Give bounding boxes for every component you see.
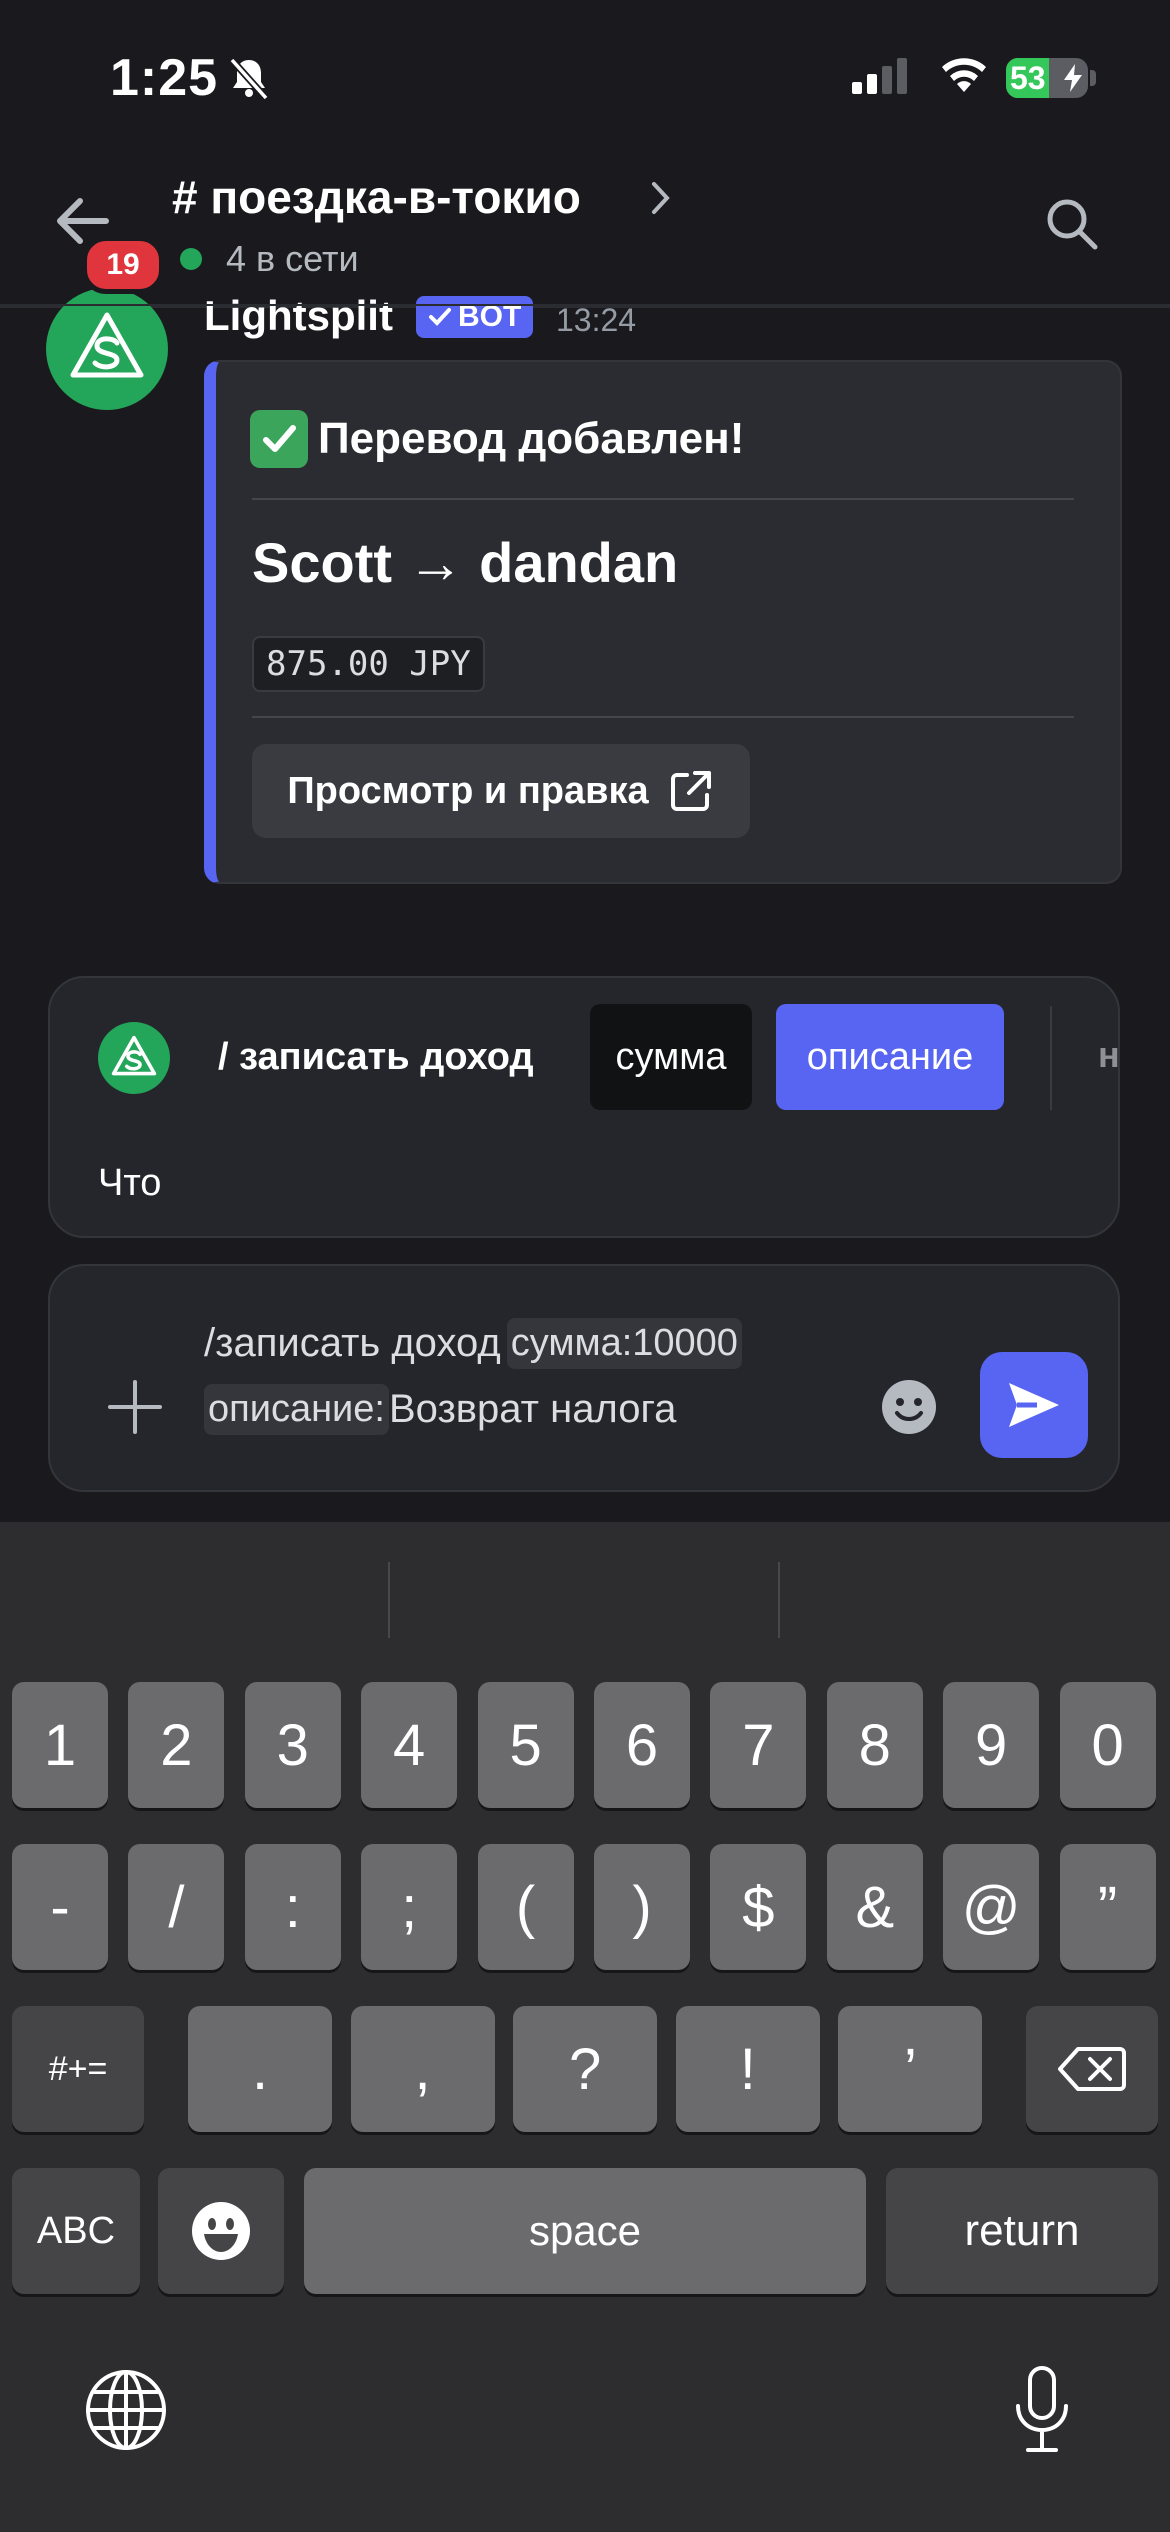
plus-icon[interactable] — [106, 1378, 164, 1441]
online-status-dot — [180, 248, 202, 270]
command-app-avatar — [98, 1022, 170, 1094]
key-keyboard-row2-6[interactable]: $ — [710, 1844, 807, 1970]
key-keyboard-row1-5[interactable]: 6 — [594, 1682, 690, 1808]
suggestion-separator — [388, 1562, 390, 1638]
microphone-icon[interactable] — [1012, 2364, 1072, 2459]
key-keyboard-row2-0[interactable]: - — [12, 1844, 108, 1970]
lightsplit-logo-icon — [70, 312, 144, 378]
embed-divider — [252, 498, 1074, 500]
command-name: / записать доход — [218, 1036, 534, 1078]
key-keyboard-row2-9[interactable]: ” — [1059, 1844, 1156, 1970]
backspace-icon — [1058, 2047, 1126, 2091]
param-description-name: описание: — [208, 1388, 385, 1430]
key-keyboard-row3-2[interactable]: ? — [513, 2006, 658, 2132]
option-description-selected[interactable]: описание — [776, 1004, 1004, 1110]
key-keyboard-row2-7[interactable]: & — [826, 1844, 923, 1970]
cellular-signal-icon — [852, 58, 912, 99]
key-keyboard-row3-4[interactable]: ’ — [838, 2006, 983, 2132]
message-author[interactable]: Lightsplit — [204, 292, 393, 340]
key-keyboard-row3-0[interactable]: . — [188, 2006, 332, 2132]
battery-level: 53 — [1010, 60, 1046, 96]
lightsplit-logo-icon — [111, 1035, 157, 1076]
option-next-cutoff[interactable]: н — [1098, 1034, 1118, 1076]
key-keyboard-row2-5[interactable]: ) — [594, 1844, 690, 1970]
send-button[interactable] — [980, 1352, 1088, 1458]
verified-check-icon — [429, 308, 451, 326]
key-keyboard-row1-7[interactable]: 8 — [826, 1682, 923, 1808]
send-arrow-icon — [1009, 1383, 1059, 1427]
emoji-icon[interactable] — [880, 1378, 938, 1441]
channel-title[interactable]: # поездка-в-токио — [172, 170, 581, 224]
view-and-edit-label: Просмотр и правка — [287, 769, 649, 812]
status-time: 1:25 — [110, 49, 219, 107]
message-input-box[interactable] — [48, 1264, 1120, 1492]
key-keyboard-row3-3[interactable]: ! — [675, 2006, 820, 2132]
key-keyboard-row1-2[interactable]: 3 — [244, 1682, 341, 1808]
param-description-value: Возврат налога — [388, 1387, 677, 1431]
param-amount-chip[interactable]: сумма:10000 — [506, 1318, 742, 1369]
key-keyboard-row1-3[interactable]: 4 — [361, 1682, 458, 1808]
input-text-line-2[interactable]: описание: Возврат налога — [204, 1384, 676, 1435]
embed-title-text: Перевод добавлен! — [318, 414, 745, 463]
key-keyboard-row2-3[interactable]: ; — [361, 1844, 458, 1970]
option-prompt: Что — [98, 1162, 162, 1204]
key-keyboard-row2-2[interactable]: : — [244, 1844, 341, 1970]
param-amount-value: 10000 — [632, 1322, 738, 1364]
key-backspace[interactable] — [1026, 2006, 1158, 2132]
unread-badge: 19 — [82, 236, 164, 294]
message-timestamp: 13:24 — [556, 302, 637, 338]
key-keyboard-row1-1[interactable]: 2 — [128, 1682, 225, 1808]
key-abc[interactable]: ABC — [12, 2168, 140, 2294]
embed-title: Перевод добавлен! — [250, 410, 744, 468]
emoji-icon — [192, 2202, 250, 2260]
key-keyboard-row3-1[interactable]: , — [350, 2006, 495, 2132]
input-text-line-1[interactable]: /записать доход сумма:10000 — [204, 1318, 742, 1369]
key-keyboard-row1-8[interactable]: 9 — [943, 1682, 1040, 1808]
view-and-edit-button[interactable]: Просмотр и правка — [252, 744, 750, 838]
battery-icon: 53 — [1006, 58, 1088, 98]
check-mark-icon — [250, 410, 308, 468]
key-keyboard-row2-8[interactable]: @ — [943, 1844, 1040, 1970]
embed-divider — [252, 716, 1074, 718]
param-amount-name: сумма: — [510, 1322, 633, 1364]
header-divider — [0, 304, 1170, 306]
key-space[interactable]: space — [304, 2168, 866, 2294]
option-amount[interactable]: сумма — [590, 1004, 752, 1110]
param-description-chip[interactable]: описание: — [204, 1384, 389, 1435]
online-count: 4 в сети — [226, 238, 359, 279]
key-keyboard-row1-6[interactable]: 7 — [710, 1682, 807, 1808]
key-keyboard-row1-4[interactable]: 5 — [477, 1682, 574, 1808]
option-separator — [1050, 1006, 1052, 1110]
key-emoji[interactable] — [158, 2168, 284, 2294]
key-keyboard-row2-1[interactable]: / — [128, 1844, 225, 1970]
transfer-summary: Scott → dandan — [252, 531, 679, 594]
globe-icon[interactable] — [84, 2368, 168, 2457]
key-keyboard-row1-0[interactable]: 1 — [12, 1682, 108, 1808]
transfer-amount: 875.00 JPY — [252, 636, 485, 692]
key-keyboard-row1-9[interactable]: 0 — [1059, 1682, 1156, 1808]
input-command: /записать доход — [204, 1321, 501, 1365]
external-link-icon — [670, 771, 711, 811]
bell-muted-icon — [226, 56, 272, 105]
bot-avatar[interactable] — [46, 288, 168, 410]
charging-bolt-icon — [1064, 64, 1082, 92]
chevron-right-icon[interactable] — [650, 180, 672, 221]
wifi-icon — [938, 54, 990, 99]
key-return[interactable]: return — [886, 2168, 1158, 2294]
bot-tag: BOT — [416, 296, 534, 338]
key-keyboard-row2-4[interactable]: ( — [477, 1844, 574, 1970]
battery-tip — [1090, 70, 1096, 86]
suggestion-separator — [778, 1562, 780, 1638]
search-icon[interactable] — [1044, 196, 1100, 257]
key-more-symbols[interactable]: #+= — [12, 2006, 144, 2132]
